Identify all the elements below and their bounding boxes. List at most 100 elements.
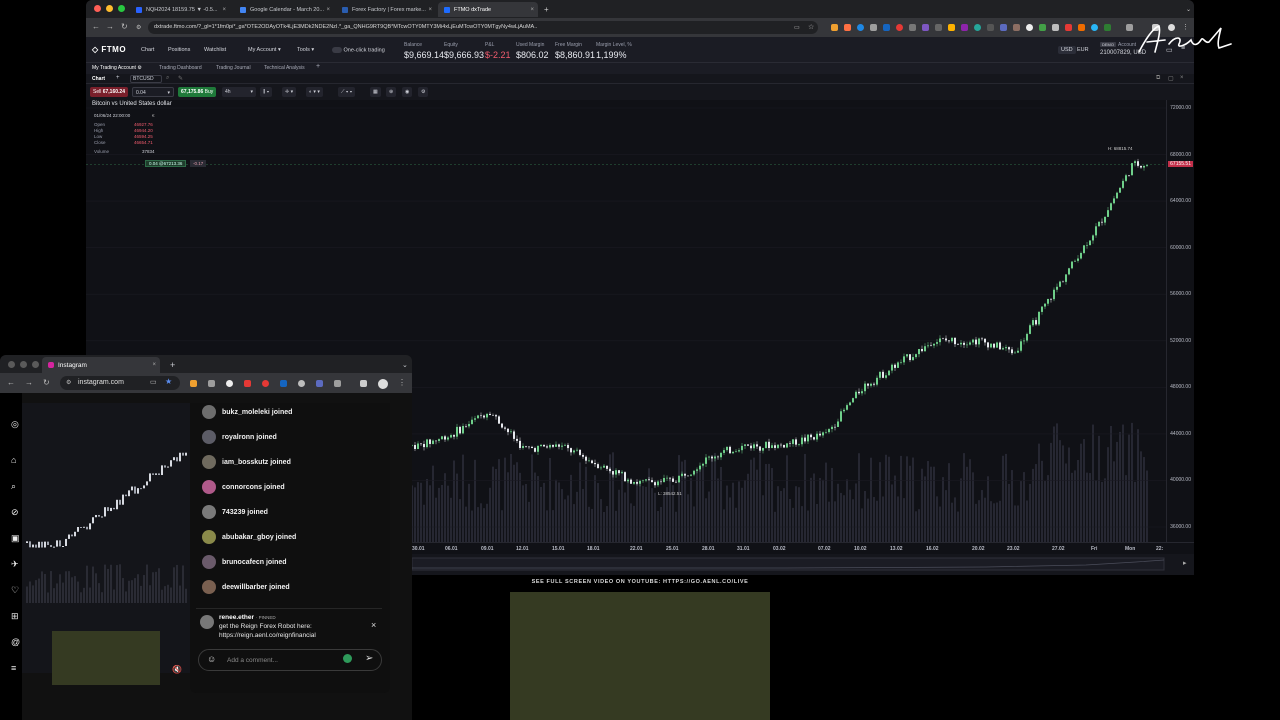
tab-search-icon[interactable]: ⌄: [1180, 2, 1192, 17]
extension-icon[interactable]: [831, 24, 838, 31]
scroll-right-icon[interactable]: ▸: [1183, 559, 1187, 567]
tab-trading-dashboard[interactable]: Trading Dashboard: [159, 65, 202, 71]
extension-icon[interactable]: [1078, 24, 1085, 31]
profile-avatar-icon[interactable]: [378, 379, 388, 389]
extension-icon[interactable]: [1039, 24, 1046, 31]
extension-icon[interactable]: [974, 24, 981, 31]
emoji-icon[interactable]: ☺: [207, 654, 216, 664]
more-menu-icon[interactable]: ⋮: [398, 378, 406, 387]
extension-icon[interactable]: [298, 380, 305, 387]
ftmo-logo[interactable]: ◇ FTMO: [92, 45, 126, 54]
extension-icon[interactable]: [316, 380, 323, 387]
browser-tab-ftmo[interactable]: FTMO dxTrade ×: [438, 2, 538, 17]
extension-icon[interactable]: [244, 380, 251, 387]
extensions-puzzle-icon[interactable]: [1126, 24, 1133, 31]
buy-button[interactable]: 67,175.86 Buy: [178, 87, 217, 97]
site-info-icon[interactable]: ⚙: [136, 24, 141, 31]
close-tab-icon[interactable]: ×: [530, 7, 534, 13]
extension-icon[interactable]: [948, 24, 955, 31]
close-legend-icon[interactable]: €: [152, 113, 155, 118]
nav-chart[interactable]: Chart: [141, 47, 154, 53]
new-tab-button[interactable]: +: [164, 357, 178, 372]
close-icon[interactable]: ×: [1180, 75, 1184, 81]
extension-icon[interactable]: [909, 24, 916, 31]
tab-my-trading-account[interactable]: My Trading Account ⚙: [92, 65, 142, 71]
instagram-logo-icon[interactable]: ◎: [11, 419, 19, 430]
tab-chart[interactable]: Chart: [92, 76, 105, 82]
nav-my-account[interactable]: My Account ▾: [248, 47, 281, 53]
quantity-input[interactable]: 0.04 ▾: [132, 87, 174, 97]
close-tab-icon[interactable]: ×: [428, 7, 432, 13]
edit-icon[interactable]: ✎: [178, 75, 183, 82]
pinned-link[interactable]: https://reign.aenl.co/reignfinancial: [219, 632, 316, 639]
maximize-window-button[interactable]: [118, 5, 125, 12]
crosshair-button[interactable]: ✛ ▾: [282, 87, 297, 97]
nav-tools[interactable]: Tools ▾: [297, 47, 314, 53]
extension-icon[interactable]: [857, 24, 864, 31]
extension-icon[interactable]: [935, 24, 942, 31]
extension-icon[interactable]: [280, 380, 287, 387]
send-icon[interactable]: ➢: [365, 653, 373, 664]
extension-icon[interactable]: [987, 24, 994, 31]
settings-button[interactable]: ⚙: [418, 87, 429, 97]
extension-icon[interactable]: [961, 24, 968, 31]
messages-icon[interactable]: ✈: [11, 559, 19, 570]
one-click-trading-toggle[interactable]: One-click trading: [332, 47, 385, 53]
drawing-tools-button[interactable]: ⟋ ▾ ▾: [338, 87, 356, 97]
indicators-button[interactable]: ◐ ▾ ▾: [306, 87, 323, 97]
extension-icon[interactable]: [1013, 24, 1020, 31]
extension-icon[interactable]: [1026, 24, 1033, 31]
extension-icon[interactable]: [896, 24, 903, 31]
extension-icon[interactable]: [922, 24, 929, 31]
extension-icon[interactable]: [262, 380, 269, 387]
bookmark-star-icon[interactable]: ★: [165, 377, 172, 386]
new-tab-button[interactable]: +: [538, 2, 552, 17]
back-icon[interactable]: ←: [92, 22, 100, 31]
cast-icon[interactable]: ▭: [794, 24, 800, 31]
more-menu-icon[interactable]: ≡: [11, 663, 16, 673]
site-info-icon[interactable]: ⚙: [66, 379, 71, 386]
url-field[interactable]: dxtrade.ftmo.com/?_gl=1*1fm0pi*_ga*OTE2O…: [148, 21, 818, 34]
extensions-puzzle-icon[interactable]: [334, 380, 341, 387]
price-axis[interactable]: 72000.00 68000.00 64000.00 60000.00 5600…: [1166, 100, 1194, 542]
tab-search-icon[interactable]: ⌄: [396, 357, 408, 372]
detach-icon[interactable]: ⧉: [1156, 75, 1160, 82]
search-icon[interactable]: ⌕: [166, 75, 169, 82]
position-tag[interactable]: 0.04 @67213.36: [145, 160, 187, 167]
close-icon[interactable]: ×: [371, 620, 376, 630]
threads-icon[interactable]: @: [11, 637, 20, 647]
extension-icon[interactable]: [844, 24, 851, 31]
home-icon[interactable]: ⌂: [11, 455, 16, 465]
back-icon[interactable]: ←: [7, 378, 15, 387]
explore-icon[interactable]: ⊘: [11, 507, 19, 518]
zoom-button[interactable]: ⊕: [386, 87, 397, 97]
snapshot-button[interactable]: ◉: [402, 87, 413, 97]
timeframe-select[interactable]: 4h ▾: [222, 87, 256, 97]
search-icon[interactable]: ⌕: [11, 481, 16, 492]
browser-tab-forexfactory[interactable]: Forex Factory | Forex marke... ×: [336, 2, 436, 17]
extension-icon[interactable]: [1104, 24, 1111, 31]
close-window-button[interactable]: [94, 5, 101, 12]
extension-icon[interactable]: [1091, 24, 1098, 31]
maximize-icon[interactable]: ▢: [1168, 75, 1174, 82]
minimize-window-button[interactable]: [106, 5, 113, 12]
extension-icon[interactable]: [883, 24, 890, 31]
cast-icon[interactable]: ▭: [150, 378, 157, 386]
reload-icon[interactable]: ↻: [121, 22, 128, 31]
browser-tab-nq[interactable]: NQH2024 18159.75 ▼ -0.5... ×: [130, 2, 230, 17]
tab-trading-journal[interactable]: Trading Journal: [216, 65, 251, 71]
extension-icon[interactable]: [226, 380, 233, 387]
forward-icon[interactable]: →: [106, 22, 114, 31]
create-icon[interactable]: ⊞: [11, 611, 19, 622]
close-tab-icon[interactable]: ×: [326, 7, 330, 13]
instagram-tab[interactable]: Instagram ×: [42, 357, 160, 373]
reload-icon[interactable]: ↻: [43, 378, 50, 387]
extension-icon[interactable]: [1052, 24, 1059, 31]
sell-button[interactable]: Sell 67,160.24: [90, 87, 128, 97]
side-panel-icon[interactable]: [360, 380, 367, 387]
extension-icon[interactable]: [1000, 24, 1007, 31]
mute-icon[interactable]: 🔇: [172, 665, 182, 674]
symbol-input[interactable]: BTCUSD: [130, 75, 162, 83]
grammarly-icon[interactable]: [343, 654, 352, 663]
ig-url-field[interactable]: instagram.com: [60, 376, 180, 390]
